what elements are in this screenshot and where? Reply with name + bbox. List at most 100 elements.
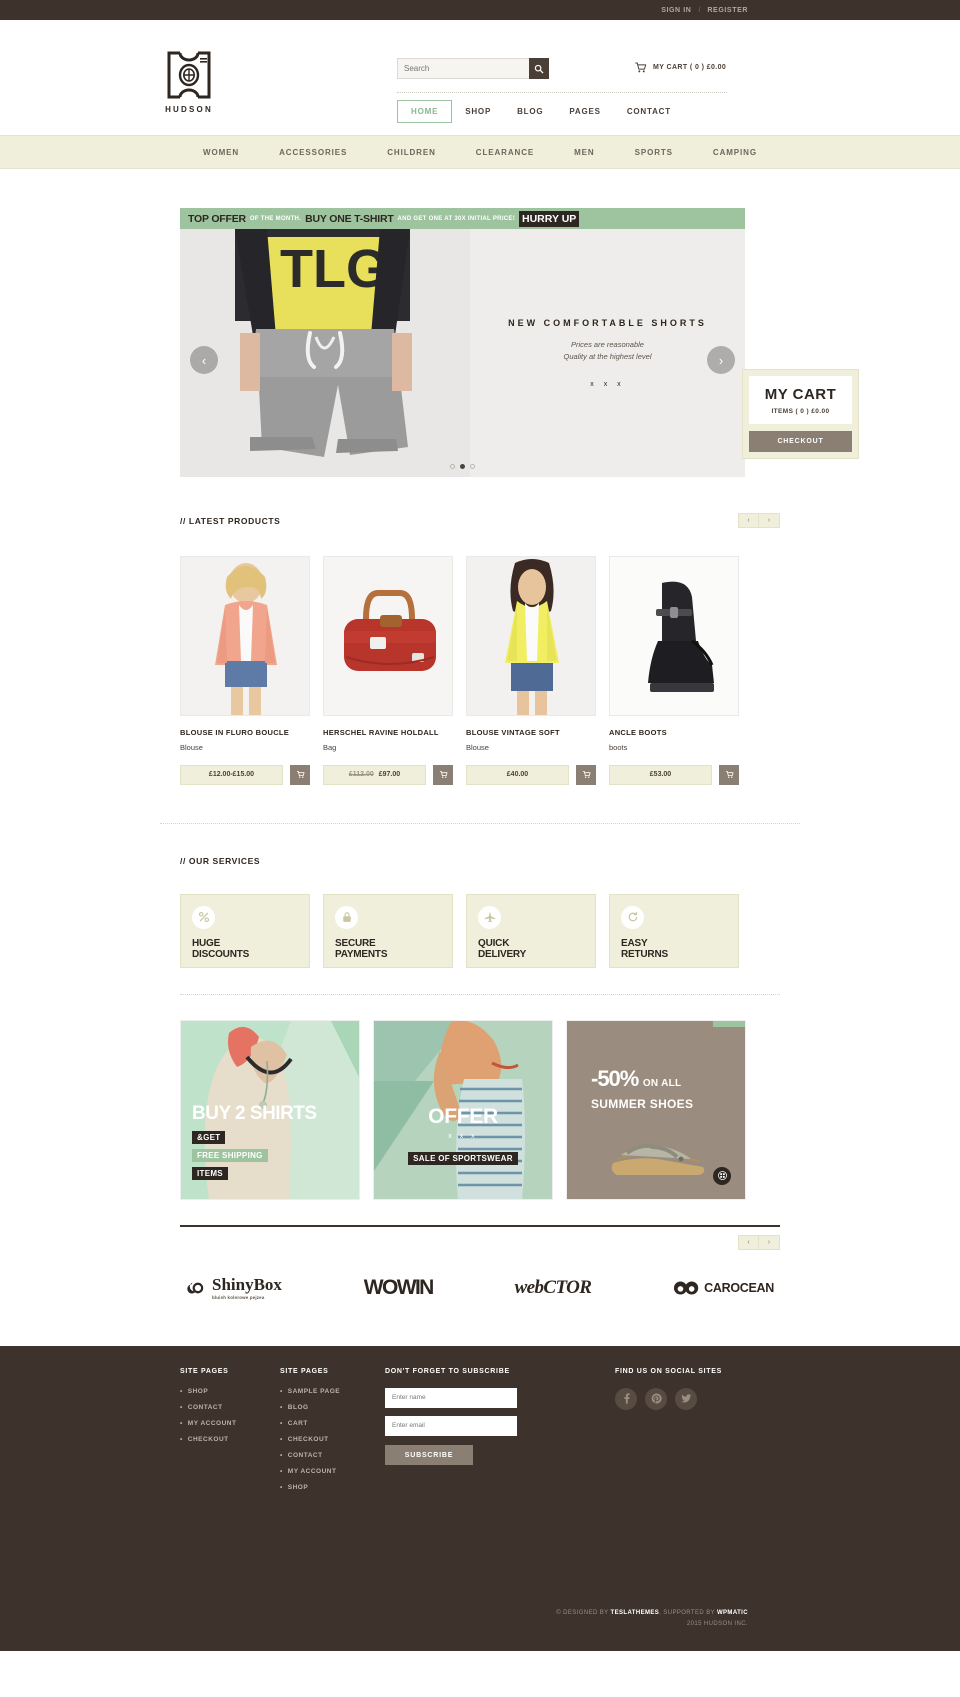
copyright-brand-2[interactable]: WPMATIC <box>717 1610 748 1616</box>
services-heading-text: OUR SERVICES <box>188 855 261 866</box>
promo-tile-subtitle: SUMMER SHOES <box>591 1096 694 1111</box>
grid-icon[interactable] <box>713 1166 731 1185</box>
latest-slash: // <box>180 515 186 526</box>
add-to-cart-button[interactable] <box>719 764 739 785</box>
category-bar: WOMEN ACCESSORIES CHILDREN CLEARANCE MEN… <box>0 135 960 169</box>
category-sports[interactable]: SPORTS <box>615 148 693 157</box>
product-card[interactable]: BLOUSE IN FLURO BOUCLE Blouse £12.00-£15… <box>180 556 310 785</box>
product-category: Bag <box>323 742 337 752</box>
service-card-secure-payments[interactable]: SECURE PAYMENTS <box>323 893 453 968</box>
product-price: £40.00 <box>466 764 569 785</box>
promo-tile-headline: -50% ON ALL <box>591 1066 681 1092</box>
brands-prev-button[interactable]: ‹ <box>738 1234 759 1250</box>
checkout-button[interactable]: CHECKOUT <box>749 431 852 452</box>
footer-link-shop[interactable]: SHOP <box>280 1484 385 1491</box>
slider-dot-1[interactable] <box>450 464 455 469</box>
brand-logo-shinybox[interactable]: ShinyBox bluish kolorowe pejzea <box>186 1276 282 1300</box>
category-clearance[interactable]: CLEARANCE <box>456 148 554 157</box>
promo-tile-sportswear[interactable]: OFFER x x x SALE OF SPORTSWEAR <box>373 1019 553 1200</box>
brand-logo-webctor[interactable]: webCTOR <box>515 1277 592 1299</box>
product-name: HERSCHEL RAVINE HOLDALL <box>323 728 439 737</box>
footer-link-checkout[interactable]: CHECKOUT <box>180 1436 280 1443</box>
subscribe-button[interactable]: SUBSCRIBE <box>385 1445 473 1466</box>
slider-dot-3[interactable] <box>470 464 475 469</box>
category-men[interactable]: MEN <box>554 148 614 157</box>
category-women[interactable]: WOMEN <box>183 148 259 157</box>
slider-prev-button[interactable]: ‹ <box>190 346 218 374</box>
services-header: // OUR SERVICES <box>180 856 780 866</box>
slider-dot-2[interactable] <box>460 464 465 469</box>
nav-item-contact[interactable]: CONTACT <box>614 101 684 122</box>
service-card-quick-delivery[interactable]: QUICK DELIVERY <box>466 893 596 968</box>
promo-tile-tag-wrap: SALE OF SPORTSWEAR <box>374 1148 552 1166</box>
service-line-1: QUICK <box>478 937 510 949</box>
percent-icon <box>192 905 215 929</box>
nav-item-home[interactable]: HOME <box>397 100 453 123</box>
footer-link-my-account[interactable]: MY ACCOUNT <box>180 1420 280 1427</box>
footer-link-checkout[interactable]: CHECKOUT <box>280 1436 385 1443</box>
latest-next-button[interactable]: › <box>759 513 780 528</box>
category-children[interactable]: CHILDREN <box>367 148 456 157</box>
sign-in-link[interactable]: SIGN IN <box>661 7 691 14</box>
product-name: BLOUSE IN FLURO BOUCLE <box>180 728 290 737</box>
latest-products-header: // LATEST PRODUCTS ‹ › <box>180 513 780 528</box>
subscribe-name-input[interactable] <box>385 1387 517 1408</box>
add-to-cart-button[interactable] <box>290 764 310 785</box>
pinterest-icon[interactable] <box>645 1387 667 1410</box>
facebook-icon[interactable] <box>615 1387 637 1410</box>
add-to-cart-button[interactable] <box>576 764 596 785</box>
product-image[interactable] <box>609 556 739 716</box>
promo-strip[interactable]: TOP OFFER OF THE MONTH. BUY ONE T-SHIRT … <box>180 208 745 229</box>
nav-item-pages[interactable]: PAGES <box>556 101 613 122</box>
brands-next-button[interactable]: › <box>759 1234 780 1250</box>
copyright-brand-1[interactable]: TESLATHEMES <box>611 1610 660 1616</box>
main-nav: HOME SHOP BLOG PAGES CONTACT <box>397 100 684 123</box>
promo-bold-1: TOP OFFER <box>188 212 246 225</box>
product-image[interactable] <box>180 556 310 716</box>
subscribe-email-input[interactable] <box>385 1415 517 1436</box>
product-image[interactable] <box>466 556 596 716</box>
latest-prev-button[interactable]: ‹ <box>738 513 759 528</box>
promo-tile-summer-shoes[interactable]: -50% ON ALL SUMMER SHOES <box>566 1019 746 1200</box>
content-container: TOP OFFER OF THE MONTH. BUY ONE T-SHIRT … <box>180 208 780 785</box>
footer-link-contact[interactable]: CONTACT <box>180 1404 280 1411</box>
twitter-icon[interactable] <box>675 1387 697 1410</box>
footer-link-cart[interactable]: CART <box>280 1420 385 1427</box>
slider-next-button[interactable]: › <box>707 346 735 374</box>
footer-link-my-account[interactable]: MY ACCOUNT <box>280 1468 385 1475</box>
promo-tile-shirts[interactable]: BUY 2 SHIRTS &GET FREE SHIPPING ITEMS <box>180 1019 360 1200</box>
footer-link-shop[interactable]: SHOP <box>180 1388 280 1395</box>
product-card[interactable]: BLOUSE VINTAGE SOFT Blouse £40.00 <box>466 556 596 785</box>
promo-tile-tag-2: FREE SHIPPING <box>192 1148 268 1162</box>
service-line-1: EASY <box>621 937 648 949</box>
footer-column-social: FIND US ON SOCIAL SITES <box>615 1368 780 1500</box>
product-card[interactable]: HERSCHEL RAVINE HOLDALL Bag £112.00 £97.… <box>323 556 453 785</box>
header-cart[interactable]: MY CART ( 0 ) £0.00 <box>634 61 726 74</box>
brand-name: CAROCEAN <box>704 1280 774 1295</box>
service-card-huge-discounts[interactable]: HUGE DISCOUNTS <box>180 893 310 968</box>
brand-logo-carocean[interactable]: CAROCEAN <box>673 1280 774 1296</box>
search-button[interactable] <box>529 58 549 79</box>
service-card-easy-returns[interactable]: EASY RETURNS <box>609 893 739 968</box>
product-price-value: £40.00 <box>506 771 529 779</box>
nav-item-shop[interactable]: SHOP <box>452 101 504 122</box>
product-price-row: £112.00 £97.00 <box>323 764 453 785</box>
brand-name: ShinyBox <box>212 1274 282 1294</box>
footer-columns: SITE PAGES SHOP CONTACT MY ACCOUNT CHECK… <box>180 1368 780 1500</box>
logo[interactable]: HUDSON <box>160 50 218 114</box>
product-image[interactable] <box>323 556 453 716</box>
search-input[interactable] <box>397 58 529 79</box>
category-accessories[interactable]: ACCESSORIES <box>259 148 367 157</box>
nav-item-blog[interactable]: BLOG <box>504 101 556 122</box>
footer-link-contact[interactable]: CONTACT <box>280 1452 385 1459</box>
footer-column-site-pages-2: SITE PAGES SAMPLE PAGE BLOG CART CHECKOU… <box>280 1368 385 1500</box>
footer-link-sample-page[interactable]: SAMPLE PAGE <box>280 1388 385 1395</box>
register-link[interactable]: REGISTER <box>707 7 748 14</box>
section-divider-wrap <box>0 822 960 824</box>
add-to-cart-button[interactable] <box>433 764 453 785</box>
category-camping[interactable]: CAMPING <box>693 148 777 157</box>
services-grid: HUGE DISCOUNTS SECURE PAYMENTS QUICK DEL… <box>180 893 780 968</box>
brand-logo-wowin[interactable]: WOWIN <box>364 1276 435 1300</box>
product-card[interactable]: ANCLE BOOTS boots £53.00 <box>609 556 739 785</box>
footer-link-blog[interactable]: BLOG <box>280 1404 385 1411</box>
